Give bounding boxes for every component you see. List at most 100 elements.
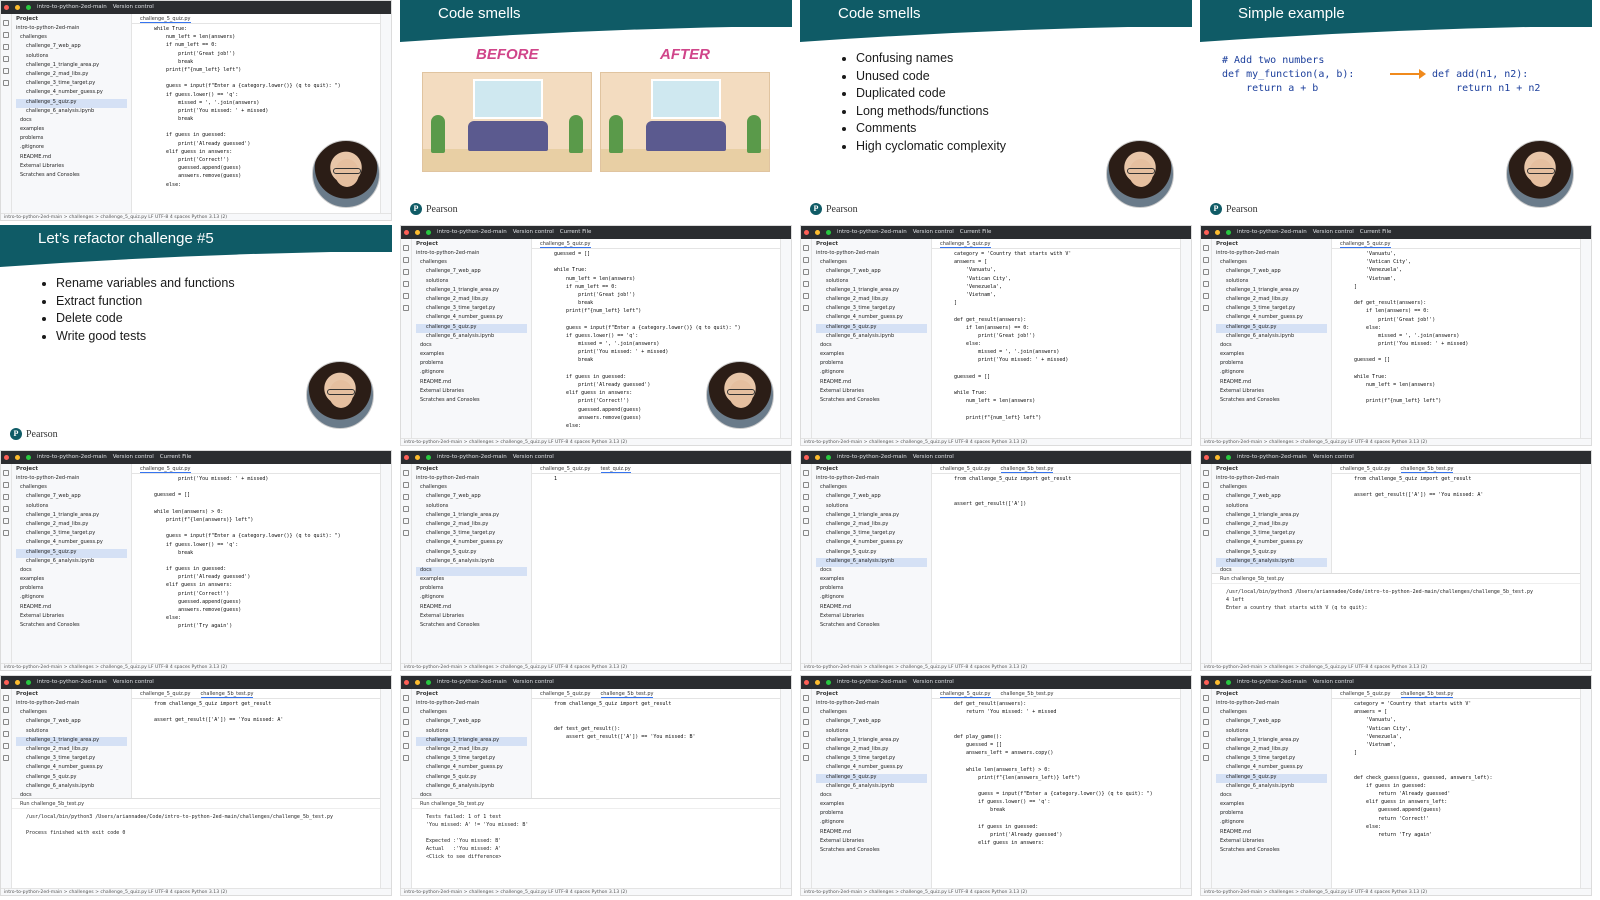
tool-window-icon[interactable] bbox=[2, 695, 9, 701]
tool-window-icon[interactable] bbox=[1202, 695, 1209, 701]
editor-tab[interactable]: challenge_5_quiz.py bbox=[1340, 689, 1391, 698]
project-tree-item[interactable]: .gitignore bbox=[816, 369, 927, 378]
editor-tab[interactable]: challenge_5b_test.py bbox=[200, 689, 254, 698]
project-switcher[interactable]: intro-to-python-2ed-main bbox=[437, 229, 507, 235]
project-switcher[interactable]: intro-to-python-2ed-main bbox=[1237, 679, 1307, 685]
window-control-icon[interactable] bbox=[804, 229, 809, 235]
project-tree-item[interactable]: challenge_2_mad_libs.py bbox=[416, 296, 527, 305]
project-tree-item[interactable]: challenge_5_quiz.py bbox=[16, 98, 127, 108]
project-tree-item[interactable]: problems bbox=[816, 360, 927, 369]
project-tree-item[interactable]: examples bbox=[16, 576, 127, 585]
tool-window-icon[interactable] bbox=[2, 32, 9, 38]
project-tree-item[interactable]: challenge_4_number_guess.py bbox=[416, 539, 527, 548]
project-tree-item[interactable]: External Libraries bbox=[416, 613, 527, 622]
project-tree-item[interactable]: External Libraries bbox=[1216, 838, 1327, 847]
tool-window-icon[interactable] bbox=[2, 743, 9, 749]
project-tree-item[interactable]: challenge_4_number_guess.py bbox=[16, 539, 127, 548]
project-tree-item[interactable]: challenge_7_web_app bbox=[16, 493, 127, 502]
project-tree-item[interactable]: solutions bbox=[416, 728, 527, 737]
project-tree-item[interactable]: Scratches and Consoles bbox=[1216, 397, 1327, 406]
project-switcher[interactable]: intro-to-python-2ed-main bbox=[437, 454, 507, 460]
tool-window-icon[interactable] bbox=[1202, 707, 1209, 713]
project-tree-item[interactable]: challenge_7_web_app bbox=[1216, 268, 1327, 277]
project-tree-item[interactable]: README.md bbox=[816, 604, 927, 613]
project-tree-item[interactable]: challenge_4_number_guess.py bbox=[1216, 539, 1327, 548]
project-tree-item[interactable]: challenge_3_time_target.py bbox=[416, 755, 527, 764]
project-tree-item[interactable]: challenge_3_time_target.py bbox=[1216, 530, 1327, 539]
tool-window-icon[interactable] bbox=[2, 44, 9, 50]
run-config-menu[interactable]: Current File bbox=[560, 229, 592, 235]
project-tree-item[interactable]: challenge_4_number_guess.py bbox=[1216, 764, 1327, 773]
editor-tab[interactable]: challenge_5_quiz.py bbox=[940, 689, 991, 698]
tool-window-icon[interactable] bbox=[402, 494, 409, 500]
window-control-icon[interactable] bbox=[1204, 454, 1209, 460]
editor-tab[interactable]: challenge_5b_test.py bbox=[1001, 689, 1054, 698]
code-editor[interactable]: challenge_5_quiz.py challenge_5b_test.py f… bbox=[932, 464, 1180, 663]
project-tree-item[interactable]: challenge_1_triangle_area.py bbox=[416, 736, 527, 746]
project-tree-item[interactable]: examples bbox=[816, 576, 927, 585]
tool-window-icon[interactable] bbox=[802, 743, 809, 749]
tool-window-icon[interactable] bbox=[1202, 269, 1209, 275]
project-tree-item[interactable]: problems bbox=[16, 585, 127, 594]
project-tree-item[interactable]: README.md bbox=[816, 829, 927, 838]
window-control-icon[interactable] bbox=[404, 454, 409, 460]
project-tree-item[interactable]: docs bbox=[816, 342, 927, 351]
window-control-icon[interactable] bbox=[15, 4, 20, 10]
tool-window-icon[interactable] bbox=[2, 506, 9, 512]
project-tree-item[interactable]: challenges bbox=[416, 709, 527, 718]
tool-window-icon[interactable] bbox=[1202, 530, 1209, 536]
tool-window-icon[interactable] bbox=[802, 305, 809, 311]
window-control-icon[interactable] bbox=[1204, 229, 1209, 235]
tool-window-icon[interactable] bbox=[402, 719, 409, 725]
project-tree-item[interactable]: challenge_5_quiz.py bbox=[416, 774, 527, 783]
project-tree-item[interactable]: intro-to-python-2ed-main bbox=[816, 700, 927, 709]
project-tree-item[interactable]: .gitignore bbox=[16, 144, 127, 153]
project-tree-item[interactable]: docs bbox=[816, 792, 927, 801]
project-tree-item[interactable]: challenge_2_mad_libs.py bbox=[816, 521, 927, 530]
window-control-icon[interactable] bbox=[404, 229, 409, 235]
project-tree-item[interactable]: challenge_7_web_app bbox=[1216, 493, 1327, 502]
project-tree-item[interactable]: intro-to-python-2ed-main bbox=[816, 475, 927, 484]
code-editor[interactable]: challenge_5_quiz.py 'Vanuatu', 'Vatican … bbox=[1332, 239, 1580, 438]
project-tree-item[interactable]: challenge_6_analysis.ipynb bbox=[416, 783, 527, 792]
project-tree-item[interactable]: intro-to-python-2ed-main bbox=[1216, 250, 1327, 259]
project-tree-item[interactable]: challenge_3_time_target.py bbox=[16, 755, 127, 764]
project-tree-item[interactable]: challenge_1_triangle_area.py bbox=[416, 287, 527, 296]
tool-window-icon[interactable] bbox=[402, 269, 409, 275]
tool-window-icon[interactable] bbox=[402, 743, 409, 749]
project-tree-item[interactable]: problems bbox=[816, 810, 927, 819]
project-tree-item[interactable]: intro-to-python-2ed-main bbox=[16, 25, 127, 34]
project-tree-item[interactable]: examples bbox=[1216, 351, 1327, 360]
tool-window-icon[interactable] bbox=[2, 731, 9, 737]
project-tree-item[interactable]: challenges bbox=[816, 484, 927, 493]
window-control-icon[interactable] bbox=[815, 229, 820, 235]
editor-tab[interactable]: challenge_5b_test.py bbox=[600, 689, 654, 698]
project-tree-item[interactable]: solutions bbox=[1216, 728, 1327, 737]
editor-tab[interactable]: challenge_5_quiz.py bbox=[540, 689, 591, 698]
tool-window-icon[interactable] bbox=[2, 494, 9, 500]
project-tree-item[interactable]: challenges bbox=[1216, 709, 1327, 718]
project-tree-item[interactable]: challenge_5_quiz.py bbox=[16, 774, 127, 783]
project-tree-item[interactable]: solutions bbox=[416, 503, 527, 512]
project-tree-item[interactable]: challenge_6_analysis.ipynb bbox=[1216, 557, 1327, 567]
tool-window-icon[interactable] bbox=[802, 530, 809, 536]
project-tree-item[interactable]: examples bbox=[16, 126, 127, 135]
tool-window-icon[interactable] bbox=[402, 470, 409, 476]
window-control-icon[interactable] bbox=[804, 454, 809, 460]
project-tree-item[interactable]: intro-to-python-2ed-main bbox=[816, 250, 927, 259]
project-tree-item[interactable]: examples bbox=[416, 351, 527, 360]
project-tree-item[interactable]: intro-to-python-2ed-main bbox=[1216, 700, 1327, 709]
project-tree-item[interactable]: intro-to-python-2ed-main bbox=[416, 475, 527, 484]
project-tree-item[interactable]: challenge_2_mad_libs.py bbox=[416, 746, 527, 755]
project-tree-item[interactable]: Scratches and Consoles bbox=[16, 172, 127, 181]
window-control-icon[interactable] bbox=[815, 679, 820, 685]
project-tree-item[interactable]: challenge_7_web_app bbox=[416, 268, 527, 277]
window-control-icon[interactable] bbox=[26, 4, 31, 10]
project-tree-item[interactable]: challenge_7_web_app bbox=[16, 718, 127, 727]
editor-tab[interactable]: test_quiz.py bbox=[600, 464, 631, 473]
window-control-icon[interactable] bbox=[4, 679, 9, 685]
window-control-icon[interactable] bbox=[1204, 679, 1209, 685]
project-tree-item[interactable]: .gitignore bbox=[416, 594, 527, 603]
project-tree-item[interactable]: challenge_5_quiz.py bbox=[16, 548, 127, 558]
tool-window-icon[interactable] bbox=[402, 293, 409, 299]
